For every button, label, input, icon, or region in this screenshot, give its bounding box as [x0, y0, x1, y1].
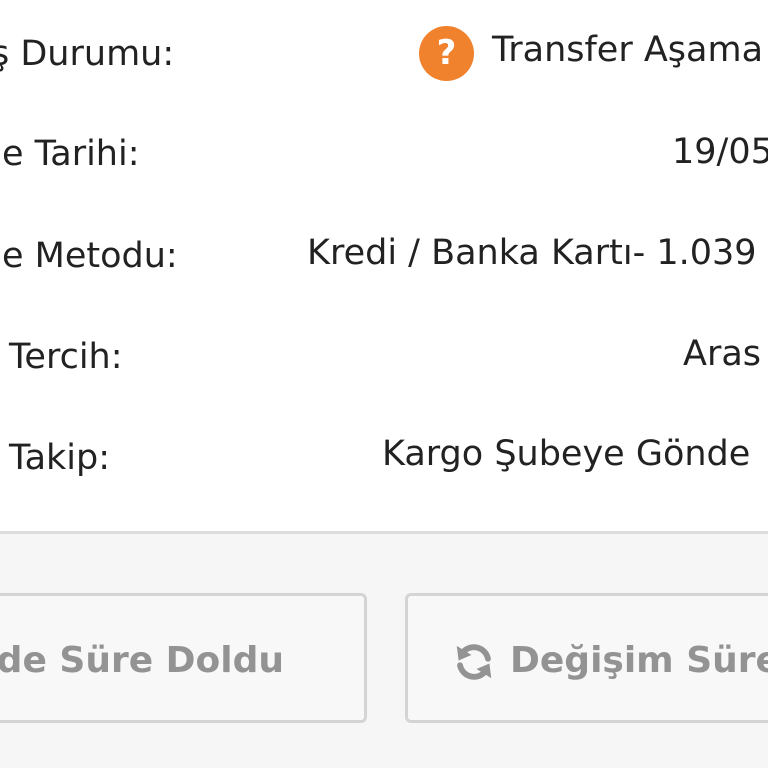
exchange-expired-label: Değişim Süre: [510, 640, 768, 681]
payment-date-label: e Tarihi:: [2, 134, 140, 174]
cargo-preference-label: Tercih:: [9, 337, 123, 377]
refresh-icon: [456, 644, 492, 680]
return-expired-button[interactable]: ade Süre Doldu: [0, 593, 367, 723]
payment-method-label: e Metodu:: [2, 236, 178, 276]
payment-method-row: e Metodu: Kredi / Banka Kartı- 1.039: [0, 200, 768, 300]
payment-method-value: Kredi / Banka Kartı- 1.039: [307, 233, 757, 273]
payment-date-row: e Tarihi: 19/05: [0, 100, 768, 200]
cargo-tracking-label: Takip:: [9, 438, 111, 478]
question-mark-icon[interactable]: ?: [419, 26, 474, 81]
exchange-expired-button[interactable]: Değişim Süre: [405, 593, 768, 723]
cargo-preference-row: Tercih: Aras: [0, 305, 768, 405]
order-info-panel: ş Durumu: ? Transfer Aşama e Tarihi: 19/…: [0, 0, 768, 532]
payment-date-value: 19/05: [672, 132, 768, 172]
order-status-value: Transfer Aşama: [492, 30, 764, 70]
order-status-label: ş Durumu:: [0, 34, 175, 74]
cargo-preference-value: Aras: [683, 334, 762, 374]
cargo-tracking-value[interactable]: Kargo Şubeye Gönde: [382, 432, 750, 476]
return-expired-label: ade Süre Doldu: [0, 640, 284, 681]
order-detail-screen: ş Durumu: ? Transfer Aşama e Tarihi: 19/…: [0, 0, 768, 768]
cargo-tracking-row: Takip: Kargo Şubeye Gönde: [0, 410, 768, 510]
order-actions: ade Süre Doldu Değişim Süre: [0, 534, 768, 768]
order-status-row: ş Durumu: ? Transfer Aşama: [0, 0, 768, 100]
